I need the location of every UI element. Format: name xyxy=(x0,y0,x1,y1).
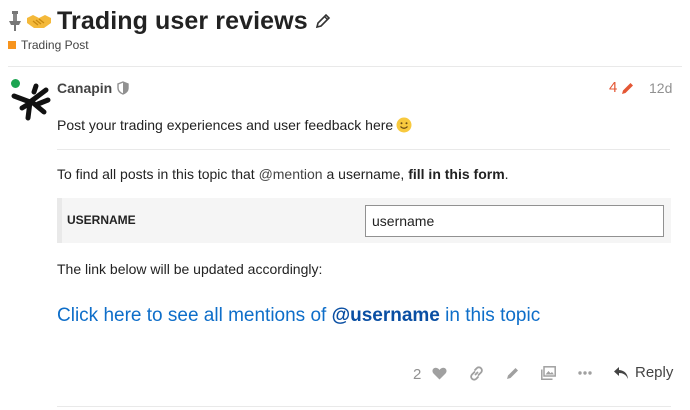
instructions-prefix: To find all posts in this topic that xyxy=(57,166,259,182)
category-badge[interactable]: Trading Post xyxy=(8,38,89,52)
instructions-suffix: . xyxy=(504,166,509,182)
mention-keyword: @mention xyxy=(258,166,323,182)
handshake-icon xyxy=(27,15,51,28)
online-indicator xyxy=(10,78,21,89)
like-count[interactable]: 2 xyxy=(413,366,421,383)
username-input[interactable] xyxy=(365,205,664,237)
edit-history-button[interactable]: 4 xyxy=(609,79,635,96)
images-icon[interactable] xyxy=(541,366,556,380)
mentions-link[interactable]: Click here to see all mentions of @usern… xyxy=(57,305,540,327)
update-note: The link below will be updated according… xyxy=(57,261,323,277)
edit-count: 4 xyxy=(609,79,618,96)
more-options-icon[interactable] xyxy=(578,371,592,375)
category-color-swatch xyxy=(8,41,16,49)
pencil-icon xyxy=(622,82,634,94)
link-icon[interactable] xyxy=(469,366,484,381)
header-divider xyxy=(8,66,682,67)
mentions-link-suffix: in this topic xyxy=(439,305,541,326)
reply-icon xyxy=(614,366,628,379)
post-date[interactable]: 12d xyxy=(649,80,672,96)
reply-button[interactable]: Reply xyxy=(613,364,673,381)
topic-header: Trading user reviews xyxy=(8,4,331,38)
shield-icon xyxy=(117,81,129,95)
heart-icon[interactable] xyxy=(432,367,447,380)
post-bottom-divider xyxy=(57,406,671,407)
reply-label: Reply xyxy=(635,364,674,381)
post-divider xyxy=(57,149,670,150)
pencil-icon[interactable] xyxy=(506,366,520,380)
post-author[interactable]: Canapin xyxy=(57,80,112,96)
pin-icon xyxy=(9,11,21,31)
post-intro: Post your trading experiences and user f… xyxy=(57,117,412,133)
username-label: USERNAME xyxy=(67,213,136,227)
page-title: Trading user reviews xyxy=(57,6,308,35)
instructions-bold: fill in this form xyxy=(408,166,505,182)
pencil-icon[interactable] xyxy=(315,13,331,29)
mentions-link-prefix: Click here to see all mentions of xyxy=(57,305,332,326)
smile-emoji-icon xyxy=(396,117,412,133)
instructions-text: To find all posts in this topic that @me… xyxy=(57,166,509,182)
instructions-middle: a username, xyxy=(322,166,409,182)
intro-text: Post your trading experiences and user f… xyxy=(57,117,394,133)
category-name[interactable]: Trading Post xyxy=(21,38,89,52)
mentions-link-username: @username xyxy=(331,305,440,326)
